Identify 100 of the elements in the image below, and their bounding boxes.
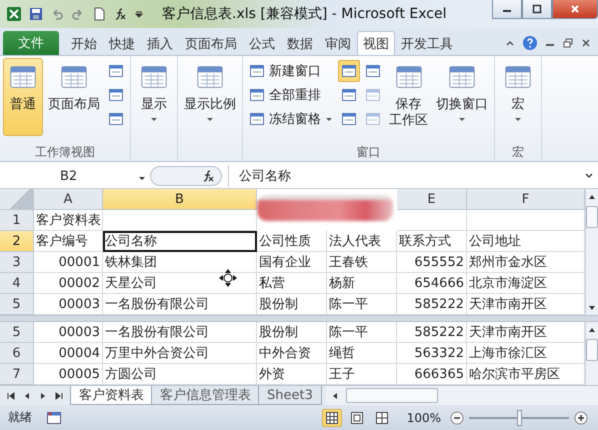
row-header[interactable]: 1	[0, 210, 34, 231]
table-cell[interactable]: 00002	[34, 273, 103, 294]
sheet-tab[interactable]: 客户资料表	[70, 386, 153, 405]
table-cell[interactable]: 万里中外合资公司	[103, 343, 257, 364]
table-cell[interactable]: 654666	[397, 273, 467, 294]
row-header[interactable]: 2	[0, 231, 34, 252]
group-label: 宏	[512, 144, 524, 160]
table-cell[interactable]: 655552	[397, 252, 467, 273]
ribbon-button[interactable]: 保存 工作区	[386, 58, 431, 136]
table-cell[interactable]: 客户资料表	[34, 210, 103, 231]
caret-icon	[514, 117, 522, 122]
function-icon[interactable]	[113, 7, 127, 21]
table-cell[interactable]: 股份制	[257, 322, 327, 343]
column-header[interactable]: B	[103, 189, 257, 210]
ribbon-button[interactable]: 页面布局	[45, 58, 103, 136]
scrollbar-thumb[interactable]	[586, 339, 598, 361]
first-sheet-icon[interactable]	[6, 390, 16, 400]
table-cell[interactable]: 铁林集团	[103, 252, 257, 273]
window-icon	[108, 87, 124, 103]
name-box[interactable]: B2	[0, 165, 150, 187]
restore-icon[interactable]	[562, 37, 574, 49]
row-header[interactable]: 4	[0, 273, 34, 294]
excel-logo-icon	[6, 6, 22, 22]
window-icon	[108, 111, 124, 127]
ribbon-button[interactable]: 显示比例	[181, 58, 239, 136]
new-document-icon[interactable]	[92, 7, 106, 21]
ribbon-button[interactable]: 切换窗口	[433, 58, 491, 136]
table-cell[interactable]: 563322	[397, 343, 467, 364]
ribbon-button[interactable]: 显示	[134, 58, 174, 136]
horizontal-scrollbar[interactable]	[326, 386, 598, 405]
close-button[interactable]	[552, 0, 598, 19]
group-label: 窗口	[356, 144, 380, 160]
ribbon-tab[interactable]: 快捷	[103, 31, 141, 55]
table-cell[interactable]: 陈一平	[327, 322, 397, 343]
ribbon-tab[interactable]: 页面布局	[179, 31, 243, 55]
table-cell[interactable]: 杨新	[327, 273, 397, 294]
close-icon[interactable]	[580, 37, 592, 49]
customize-dropdown-icon[interactable]	[134, 9, 144, 19]
vertical-scrollbar[interactable]	[585, 189, 598, 315]
table-cell[interactable]: 私营	[257, 273, 327, 294]
record-macro-icon[interactable]	[46, 410, 62, 426]
maximize-icon	[532, 4, 542, 14]
table-cell[interactable]: 公司性质	[257, 231, 327, 252]
ribbon-tab[interactable]: 视图	[357, 31, 395, 55]
help-icon[interactable]	[522, 35, 538, 51]
ribbon-button[interactable]: 冻结窗格	[246, 108, 336, 130]
ribbon-tab[interactable]: 插入	[141, 31, 179, 55]
column-header[interactable]: F	[467, 189, 585, 210]
zoom-in-icon[interactable]	[574, 410, 588, 424]
column-header[interactable]: E	[397, 189, 467, 210]
table-cell[interactable]: 客户编号	[34, 231, 103, 252]
table-cell[interactable]: 585222	[397, 322, 467, 343]
ribbon-tab[interactable]: 开始	[65, 31, 103, 55]
table-cell[interactable]: 公司名称	[103, 231, 257, 252]
ribbon-button[interactable]: 宏	[498, 58, 538, 136]
ribbon-button[interactable]: 全部重排	[246, 84, 336, 106]
row-header[interactable]: 7	[0, 364, 34, 385]
view-button[interactable]	[322, 408, 342, 426]
table-cell[interactable]: 00001	[34, 252, 103, 273]
table-cell[interactable]: 国有企业	[257, 252, 327, 273]
table-cell[interactable]: 王春铁	[327, 252, 397, 273]
insert-function-icon[interactable]	[201, 169, 215, 183]
ribbon-tab[interactable]: 开发工具	[395, 31, 459, 55]
zoom-level[interactable]: 100%	[406, 410, 441, 424]
ribbon-button[interactable]	[338, 60, 360, 82]
caret-icon	[458, 117, 466, 122]
row-header[interactable]: 5	[0, 322, 34, 343]
formula-input[interactable]: 公司名称	[228, 165, 584, 187]
table-cell[interactable]: 联系方式	[397, 231, 467, 252]
zoom-out-icon[interactable]	[450, 410, 464, 424]
sheet-tab[interactable]: Sheet3	[258, 386, 322, 405]
table-cell[interactable]: 一名股份有限公司	[103, 322, 257, 343]
scrollbar-thumb[interactable]	[586, 206, 598, 228]
maximize-button[interactable]	[522, 0, 552, 19]
save-icon[interactable]	[29, 7, 43, 21]
table-cell[interactable]: 00004	[34, 343, 103, 364]
minimize-button[interactable]	[492, 0, 522, 19]
ribbon-button[interactable]: 普通	[3, 58, 43, 136]
row-header[interactable]: 5	[0, 294, 34, 315]
sheet-tab[interactable]: 客户信息管理表	[151, 386, 260, 405]
caret-icon	[138, 176, 146, 180]
vertical-scrollbar[interactable]	[585, 322, 598, 385]
empty-cell[interactable]	[103, 210, 257, 231]
window-icon	[341, 111, 357, 127]
table-cell[interactable]: 法人代表	[327, 231, 397, 252]
table-cell[interactable]: 中外合资	[257, 343, 327, 364]
file-tab[interactable]: 文件	[3, 31, 59, 55]
row-header[interactable]: 3	[0, 252, 34, 273]
ribbon-tab[interactable]: 数据	[281, 31, 319, 55]
ribbon-tab[interactable]: 审阅	[319, 31, 357, 55]
ribbon-tab[interactable]: 公式	[243, 31, 281, 55]
table-cell[interactable]: 00003	[34, 322, 103, 343]
column-header[interactable]: A	[34, 189, 103, 210]
table-cell[interactable]: 绳哲	[327, 343, 397, 364]
zoom-slider-thumb[interactable]	[517, 410, 522, 426]
last-sheet-icon[interactable]	[54, 390, 64, 400]
scrollbar-thumb[interactable]	[346, 388, 438, 403]
empty-cell[interactable]	[397, 210, 467, 231]
ribbon-button[interactable]: 新建窗口	[246, 60, 336, 82]
row-header[interactable]: 6	[0, 343, 34, 364]
